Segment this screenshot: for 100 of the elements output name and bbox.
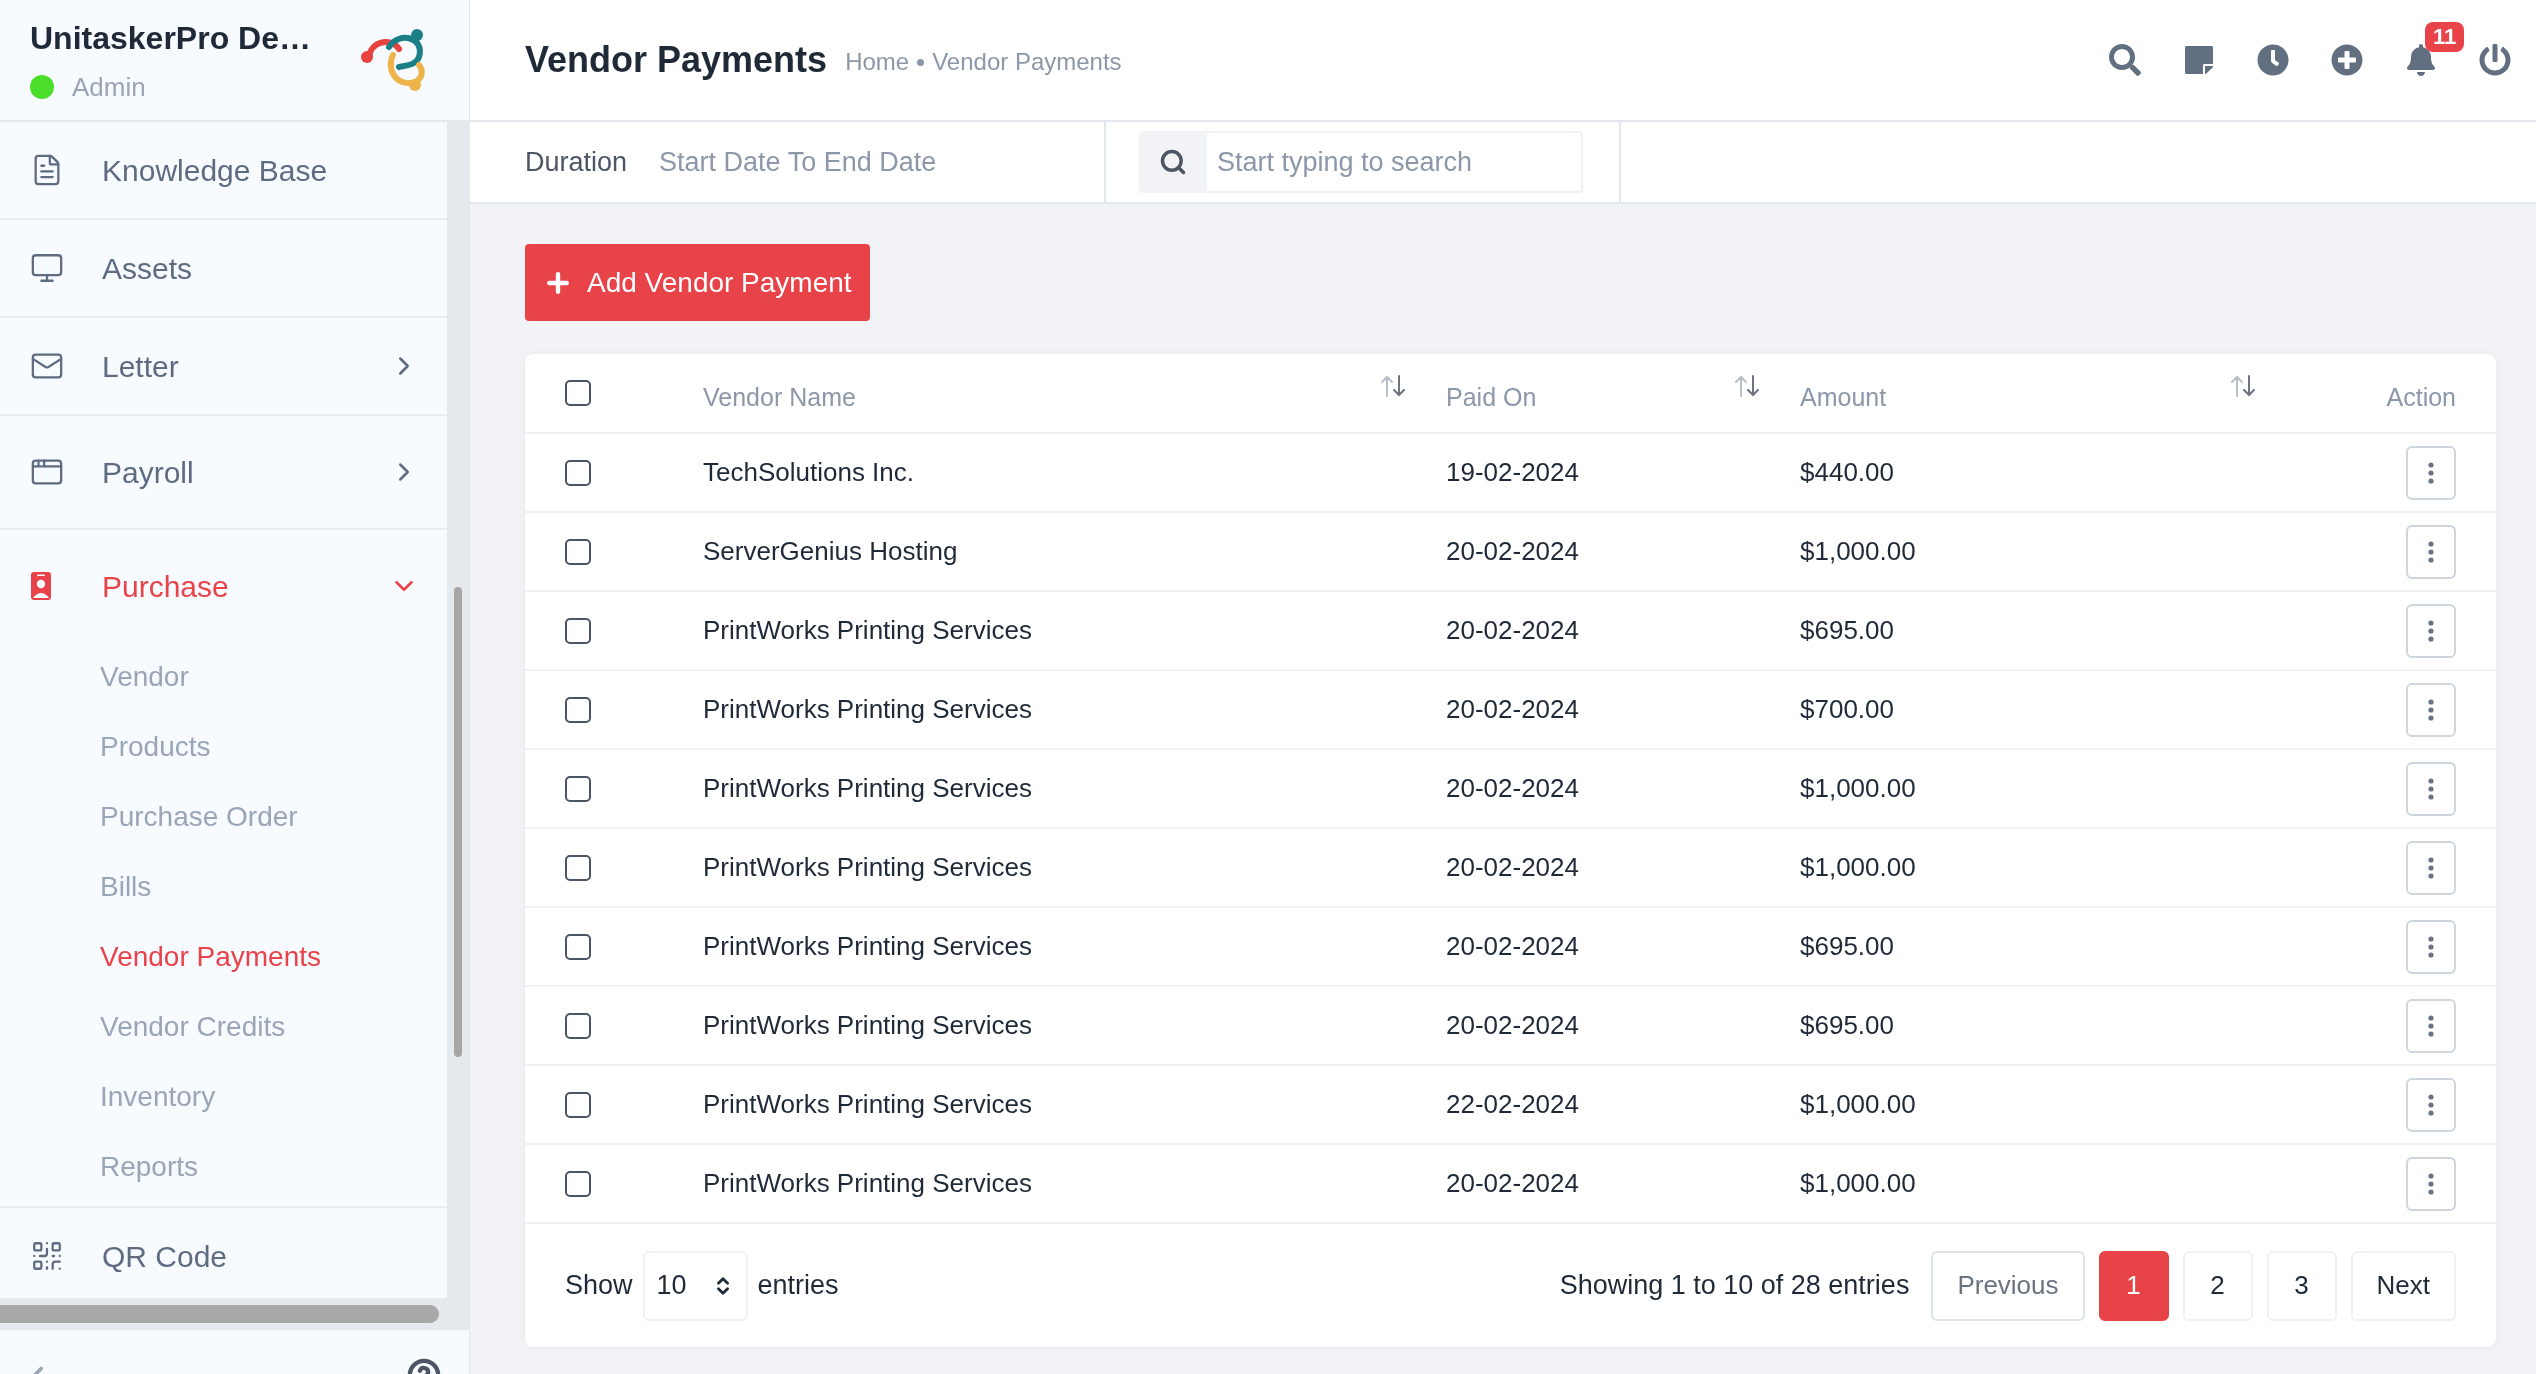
table-cell-text: $695.00 bbox=[1800, 930, 1895, 963]
sidebar-item[interactable]: Purchase bbox=[0, 530, 447, 642]
table-row[interactable]: PrintWorks Printing Services 20-02-2024 $1,000.00 bbox=[525, 1145, 2496, 1224]
table-cell-text: $1,000.00 bbox=[1800, 1088, 1917, 1121]
row-checkbox[interactable] bbox=[565, 538, 591, 565]
show-label: Show bbox=[565, 1269, 633, 1303]
sort-icon[interactable] bbox=[1380, 374, 1406, 398]
table-cell-text: PrintWorks Printing Services bbox=[703, 930, 1033, 963]
table-cell-text: $440.00 bbox=[1800, 456, 1895, 489]
select-all-checkbox[interactable] bbox=[565, 380, 591, 406]
more-icon bbox=[2428, 619, 2434, 642]
column-header[interactable]: Vendor Name bbox=[703, 379, 856, 417]
row-checkbox[interactable] bbox=[565, 933, 591, 960]
table-cell-text: 20-02-2024 bbox=[1446, 851, 1580, 884]
table-cell-text: PrintWorks Printing Services bbox=[703, 851, 1033, 884]
next-button[interactable]: Next bbox=[2350, 1250, 2456, 1321]
table-cell-text: ServerGenius Hosting bbox=[703, 535, 959, 568]
date-range-field[interactable]: Start Date To End Date bbox=[659, 141, 960, 183]
sidebar-item[interactable]: Letter bbox=[0, 318, 447, 414]
table-cell-text: $1,000.00 bbox=[1800, 851, 1917, 884]
power-icon[interactable] bbox=[2479, 44, 2511, 76]
sort-icon[interactable] bbox=[2230, 374, 2256, 398]
row-checkbox[interactable] bbox=[565, 854, 591, 881]
table-row[interactable]: PrintWorks Printing Services 20-02-2024 $700.00 bbox=[525, 671, 2496, 750]
more-icon bbox=[2428, 856, 2434, 879]
table-cell-text: 19-02-2024 bbox=[1446, 456, 1580, 489]
search-icon[interactable] bbox=[2109, 44, 2141, 76]
row-checkbox[interactable] bbox=[565, 1091, 591, 1118]
row-checkbox[interactable] bbox=[565, 459, 591, 486]
pagination-summary: Showing 1 to 10 of 28 entries bbox=[1559, 1269, 1910, 1303]
row-checkbox[interactable] bbox=[565, 696, 591, 723]
breadcrumb-item: Vendor Payments bbox=[932, 47, 1122, 77]
table-cell-text: PrintWorks Printing Services bbox=[703, 693, 1033, 726]
table-row[interactable]: PrintWorks Printing Services 22-02-2024 $1,000.00 bbox=[525, 1066, 2496, 1145]
table-cell-text: $1,000.00 bbox=[1800, 772, 1917, 805]
more-icon bbox=[2428, 1172, 2434, 1195]
more-icon bbox=[2428, 540, 2434, 563]
page-size-select[interactable]: 10 bbox=[642, 1250, 748, 1321]
row-checkbox[interactable] bbox=[565, 617, 591, 644]
more-icon bbox=[2428, 777, 2434, 800]
monitor-icon bbox=[30, 251, 64, 285]
more-icon bbox=[2428, 698, 2434, 721]
more-icon bbox=[2428, 1093, 2434, 1116]
table-cell-text: $695.00 bbox=[1800, 614, 1895, 647]
table-cell-text: $1,000.00 bbox=[1800, 535, 1917, 568]
sidebar-item[interactable]: QR Code bbox=[0, 1208, 447, 1298]
table-cell-text: 20-02-2024 bbox=[1446, 614, 1580, 647]
submenu-item[interactable]: Vendor Payments bbox=[0, 922, 447, 992]
sidebar-item[interactable]: Knowledge Base bbox=[0, 122, 447, 218]
clock-icon[interactable] bbox=[2257, 44, 2289, 76]
search-field[interactable]: Start typing to search bbox=[1207, 131, 1583, 193]
table-row[interactable]: PrintWorks Printing Services 20-02-2024 $1,000.00 bbox=[525, 829, 2496, 908]
app-name: UnitaskerPro De… bbox=[30, 18, 311, 58]
table-cell-text: 20-02-2024 bbox=[1446, 693, 1580, 726]
add-vendor-payment-button[interactable]: Add Vendor Payment bbox=[525, 244, 870, 321]
table-row[interactable]: TechSolutions Inc. 19-02-2024 $440.00 bbox=[525, 434, 2496, 513]
qr-code-icon bbox=[30, 1239, 64, 1273]
scrollbar-thumb[interactable] bbox=[454, 587, 462, 1057]
table-cell-text: $695.00 bbox=[1800, 1009, 1895, 1042]
row-checkbox[interactable] bbox=[565, 775, 591, 802]
duration-label: Duration bbox=[525, 145, 628, 179]
table-cell-text: PrintWorks Printing Services bbox=[703, 1088, 1033, 1121]
sidebar-item[interactable]: Payroll bbox=[0, 416, 447, 528]
row-checkbox[interactable] bbox=[565, 1170, 591, 1197]
table-cell-text: PrintWorks Printing Services bbox=[703, 1167, 1033, 1200]
table-cell-text: TechSolutions Inc. bbox=[703, 456, 915, 489]
sort-icon[interactable] bbox=[1734, 374, 1760, 398]
breadcrumb-item[interactable]: Home bbox=[845, 44, 910, 80]
column-header[interactable]: Amount bbox=[1800, 379, 1887, 417]
table-cell-text: 22-02-2024 bbox=[1446, 1088, 1580, 1121]
table-row[interactable]: ServerGenius Hosting 20-02-2024 $1,000.00 bbox=[525, 513, 2496, 592]
column-header[interactable]: Paid On bbox=[1446, 379, 1537, 417]
previous-button[interactable]: Previous bbox=[1931, 1250, 2085, 1321]
search-icon bbox=[1159, 148, 1187, 176]
search-button[interactable] bbox=[1139, 131, 1207, 193]
row-checkbox[interactable] bbox=[565, 1012, 591, 1039]
more-icon bbox=[2428, 935, 2434, 958]
page-button[interactable]: 1 bbox=[2098, 1250, 2169, 1321]
table-cell-text: PrintWorks Printing Services bbox=[703, 772, 1033, 805]
table-cell-text: $700.00 bbox=[1800, 693, 1895, 726]
bell-icon[interactable] bbox=[2405, 44, 2437, 76]
sticky-note-icon[interactable] bbox=[2183, 44, 2215, 76]
page-button[interactable]: 3 bbox=[2266, 1250, 2337, 1321]
horizontal-scrollbar[interactable] bbox=[0, 1305, 439, 1323]
table-cell-text: 20-02-2024 bbox=[1446, 930, 1580, 963]
entries-label: entries bbox=[757, 1269, 839, 1303]
table-cell-text: 20-02-2024 bbox=[1446, 1009, 1580, 1042]
table-row[interactable]: PrintWorks Printing Services 20-02-2024 $695.00 bbox=[525, 908, 2496, 987]
column-header: Action bbox=[2386, 382, 2456, 414]
table-row[interactable]: PrintWorks Printing Services 20-02-2024 $695.00 bbox=[525, 592, 2496, 671]
table-row[interactable]: PrintWorks Printing Services 20-02-2024 $1,000.00 bbox=[525, 750, 2496, 829]
id-badge-icon bbox=[30, 571, 52, 601]
table-row[interactable]: PrintWorks Printing Services 20-02-2024 $695.00 bbox=[525, 987, 2496, 1066]
table-cell-text: 20-02-2024 bbox=[1446, 535, 1580, 568]
notification-badge: 11 bbox=[2425, 22, 2465, 52]
user-role: Admin bbox=[72, 70, 146, 104]
more-icon bbox=[2428, 1014, 2434, 1037]
add-icon[interactable] bbox=[2331, 44, 2363, 76]
page-button[interactable]: 2 bbox=[2182, 1250, 2253, 1321]
sidebar-item[interactable]: Assets bbox=[0, 220, 447, 316]
